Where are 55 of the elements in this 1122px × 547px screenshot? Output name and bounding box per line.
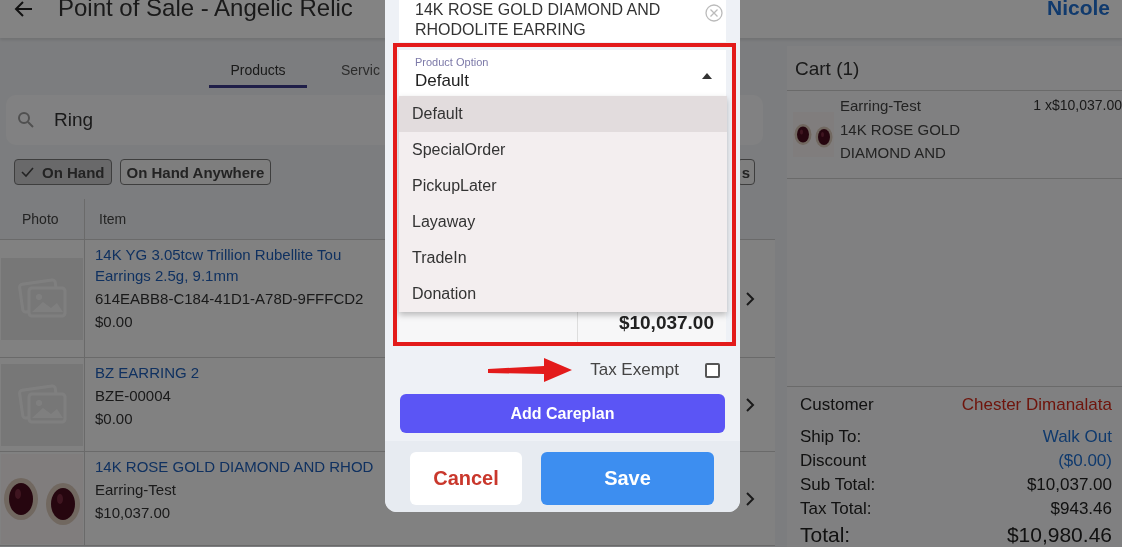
summary-label: Tax Total: bbox=[800, 498, 873, 519]
product-name-field[interactable]: 14K ROSE GOLD DIAMOND AND RHODOLITE EARRING bbox=[399, 0, 726, 42]
field-label: Product Option bbox=[415, 56, 490, 68]
summary-value: $10,037.00 bbox=[1025, 474, 1112, 495]
dropdown-option[interactable]: Layaway bbox=[399, 204, 727, 240]
summary-label: Total: bbox=[800, 522, 852, 547]
chevron-right-icon[interactable] bbox=[745, 290, 755, 307]
tab[interactable]: Servic bbox=[341, 40, 391, 88]
add-careplan-button[interactable]: Add Careplan bbox=[400, 394, 725, 433]
chevron-right-icon[interactable] bbox=[745, 490, 755, 507]
item-name: 14K ROSE GOLD DIAMOND AND bbox=[840, 120, 962, 163]
product-price: $0.00 bbox=[95, 410, 133, 427]
checkbox-label: Tax Exempt bbox=[590, 360, 679, 380]
back-icon[interactable] bbox=[14, 0, 34, 18]
product-code: 614EABB8-C184-41D1-A78D-9FFFCD2 bbox=[95, 290, 364, 307]
dropdown-option[interactable]: Default bbox=[399, 96, 727, 132]
tab[interactable]: Products bbox=[209, 40, 307, 88]
dropdown-option[interactable]: Donation bbox=[399, 276, 727, 312]
field-value: Default bbox=[415, 71, 470, 91]
check-icon bbox=[21, 166, 34, 178]
product-name[interactable]: 14K YG 3.05tcw Trillion Rubellite Tou bbox=[95, 246, 342, 263]
summary-value: $943.46 bbox=[1049, 498, 1112, 519]
summary-label: Sub Total: bbox=[800, 474, 876, 495]
product-name[interactable]: BZ EARRING 2 bbox=[95, 364, 200, 381]
item-sku: Earring-Test bbox=[840, 97, 922, 114]
product-code: BZE-00004 bbox=[95, 387, 171, 404]
summary-label: Discount bbox=[800, 450, 868, 471]
column-header: Photo bbox=[0, 199, 85, 239]
product-price: $10,037.00 bbox=[95, 504, 171, 521]
checkbox[interactable] bbox=[705, 362, 720, 378]
user-name[interactable]: Nicole bbox=[1046, 0, 1110, 19]
cart-title: Cart (1) bbox=[787, 46, 1122, 91]
select-field[interactable]: Product Option Default bbox=[399, 50, 726, 96]
summary-label: Ship To: bbox=[800, 426, 863, 447]
summary-value: $10,980.46 bbox=[1005, 522, 1112, 547]
product-name[interactable]: 14K ROSE GOLD DIAMOND AND RHOD bbox=[95, 458, 374, 475]
product-code: Earring-Test bbox=[95, 481, 176, 498]
filter-chip[interactable]: On Hand Anywhere bbox=[119, 159, 272, 185]
save-button[interactable]: Save bbox=[541, 452, 714, 505]
summary-value[interactable]: Walk Out bbox=[875, 425, 1112, 447]
item-quantity-price: 1 x$10,037.00 bbox=[1033, 97, 1122, 115]
field-value: 14K ROSE GOLD DIAMOND AND RHODOLITE EARRING bbox=[415, 0, 662, 40]
product-price: $0.00 bbox=[95, 313, 133, 330]
product-name[interactable]: Earrings 2.5g, 9.1mm bbox=[95, 267, 342, 284]
line-price: $10,037.00 bbox=[617, 312, 715, 335]
filter-chip[interactable]: On Hand bbox=[14, 159, 112, 185]
dropdown-option[interactable]: PickupLater bbox=[399, 168, 727, 204]
search-icon bbox=[18, 112, 34, 128]
chevron-right-icon[interactable] bbox=[745, 396, 755, 413]
summary-label: Customer bbox=[800, 395, 875, 416]
summary-value[interactable]: Chester Dimanalata bbox=[875, 395, 1112, 423]
dropdown-option[interactable]: TradeIn bbox=[399, 240, 727, 276]
column-header: Item bbox=[98, 211, 127, 227]
cancel-button[interactable]: Cancel bbox=[410, 452, 522, 505]
summary-value[interactable]: ($0.00) bbox=[875, 449, 1112, 471]
